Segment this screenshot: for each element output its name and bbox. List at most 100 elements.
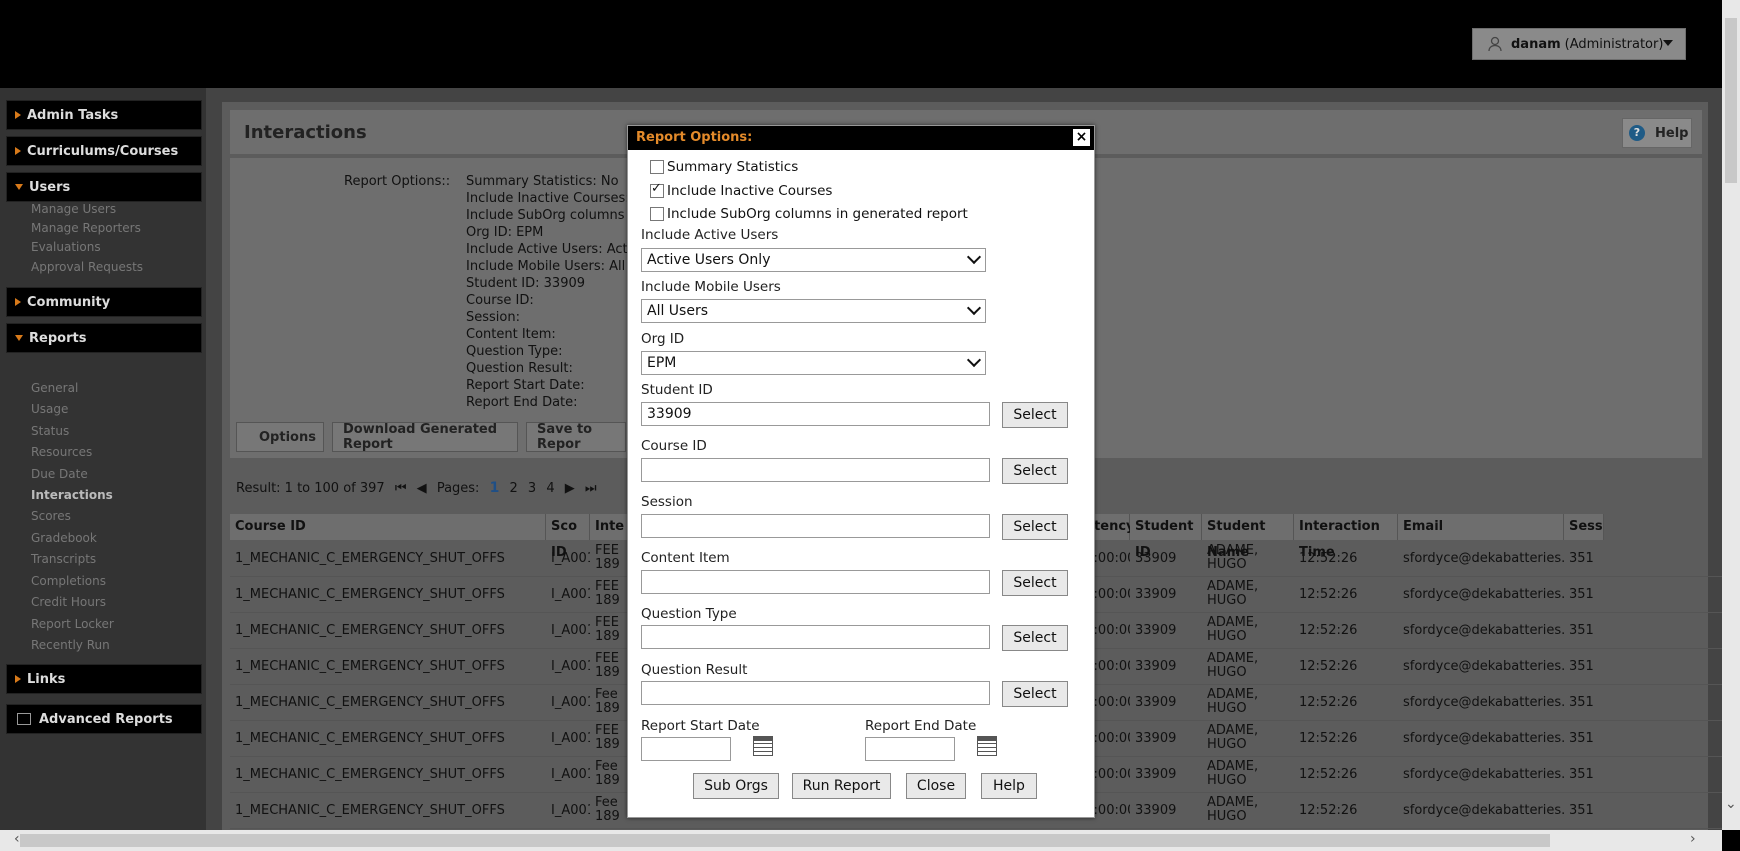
sidebar-section-reports[interactable]: Reports xyxy=(6,323,202,353)
column-header[interactable]: Sco ID xyxy=(546,514,590,560)
options-button[interactable]: Options xyxy=(236,422,324,452)
include-inactive-courses-checkbox[interactable]: Include Inactive Courses xyxy=(650,181,832,199)
org-id-select[interactable]: EPM xyxy=(641,351,986,375)
sidebar-section-advanced-reports[interactable]: Advanced Reports xyxy=(6,704,202,734)
course-id-input[interactable] xyxy=(641,458,990,482)
sidebar-section-links[interactable]: Links xyxy=(6,664,202,694)
column-header[interactable]: Email xyxy=(1398,514,1564,540)
content-item-input[interactable] xyxy=(641,570,990,594)
checkbox[interactable] xyxy=(650,160,664,174)
table-cell: sfordyce@dekabatteries.com xyxy=(1403,622,1564,638)
table-cell: ADAME, HUGO xyxy=(1207,795,1259,824)
sidebar-item-transcripts[interactable]: Transcripts xyxy=(31,552,96,566)
sidebar-item-manage-users[interactable]: Manage Users xyxy=(31,202,116,216)
collapse-arrow-icon xyxy=(15,335,23,341)
scroll-left-icon[interactable]: ‹ xyxy=(14,831,20,847)
sidebar-item-usage[interactable]: Usage xyxy=(31,402,68,416)
start-date-input[interactable] xyxy=(641,737,731,761)
sidebar-item-due-date[interactable]: Due Date xyxy=(31,467,88,481)
sidebar-item-scores[interactable]: Scores xyxy=(31,509,71,523)
sidebar-item-resources[interactable]: Resources xyxy=(31,445,92,459)
sidebar-section-curriculums[interactable]: Curriculums/Courses xyxy=(6,136,202,166)
summary-statistics-checkbox[interactable]: Summary Statistics xyxy=(650,159,798,175)
mobile-users-select[interactable]: All Users xyxy=(641,299,986,323)
column-header[interactable]: Student ID xyxy=(1130,514,1202,560)
save-to-report-button[interactable]: Save to Repor xyxy=(526,422,626,452)
sidebar-section-users[interactable]: Users xyxy=(6,172,202,202)
select-question-result-button[interactable]: Select xyxy=(1002,681,1068,707)
page-link-3[interactable]: 3 xyxy=(528,481,536,496)
first-page-icon[interactable]: ⏮ xyxy=(395,481,407,496)
sidebar-item-gradebook[interactable]: Gradebook xyxy=(31,531,97,545)
close-button[interactable]: Close xyxy=(906,773,966,799)
scroll-down-icon[interactable]: ⌄ xyxy=(1725,796,1737,812)
scroll-thumb[interactable] xyxy=(1725,18,1737,183)
sidebar-section-admin-tasks[interactable]: Admin Tasks xyxy=(6,100,202,130)
help-button[interactable]: Help xyxy=(981,773,1037,799)
horizontal-scrollbar[interactable]: ‹ › xyxy=(0,830,1722,851)
page-link-1[interactable]: 1 xyxy=(490,480,500,496)
start-date-label: Report Start Date xyxy=(641,718,760,734)
column-header[interactable]: Interaction Time xyxy=(1294,514,1398,560)
checkbox[interactable] xyxy=(650,207,664,221)
active-users-label: Include Active Users xyxy=(641,227,779,243)
sidebar-item-credit-hours[interactable]: Credit Hours xyxy=(31,595,106,609)
sub-orgs-button[interactable]: Sub Orgs xyxy=(693,773,779,799)
sidebar-item-completions[interactable]: Completions xyxy=(31,574,106,588)
checkbox[interactable] xyxy=(650,181,664,198)
question-result-input[interactable] xyxy=(641,681,990,705)
active-users-select[interactable]: Active Users Only xyxy=(641,248,986,272)
include-suborg-columns-checkbox[interactable]: Include SubOrg columns in generated repo… xyxy=(650,206,968,222)
close-icon[interactable]: × xyxy=(1073,129,1090,146)
sidebar-item-recently-run[interactable]: Recently Run xyxy=(31,638,110,652)
table-cell: sfordyce@dekabatteries.com xyxy=(1403,550,1564,566)
sidebar-item-status[interactable]: Status xyxy=(31,424,69,438)
top-bar: danam (Administrator) xyxy=(0,0,1722,88)
scroll-thumb[interactable] xyxy=(20,834,1550,847)
option-line: Question Type: xyxy=(466,344,563,359)
select-course-button[interactable]: Select xyxy=(1002,458,1068,484)
prev-page-icon[interactable]: ◀ xyxy=(417,481,427,496)
table-cell: 351 xyxy=(1569,694,1594,710)
section-label: Links xyxy=(27,671,66,687)
sidebar-item-approval-requests[interactable]: Approval Requests xyxy=(31,260,143,274)
select-question-type-button[interactable]: Select xyxy=(1002,625,1068,651)
next-page-icon[interactable]: ▶ xyxy=(565,481,575,496)
expand-arrow-icon xyxy=(15,298,21,306)
page-link-2[interactable]: 2 xyxy=(509,481,517,496)
select-session-button[interactable]: Select xyxy=(1002,514,1068,540)
last-page-icon[interactable]: ⏭ xyxy=(585,481,597,496)
sidebar-section-community[interactable]: Community xyxy=(6,287,202,317)
sidebar-item-evaluations[interactable]: Evaluations xyxy=(31,240,101,254)
column-header[interactable]: Student Name xyxy=(1202,514,1294,560)
sidebar-item-report-locker[interactable]: Report Locker xyxy=(31,617,114,631)
session-input[interactable] xyxy=(641,514,990,538)
options-label: Report Options:: xyxy=(344,174,451,189)
select-student-button[interactable]: Select xyxy=(1002,402,1068,428)
sidebar-item-interactions[interactable]: Interactions xyxy=(31,488,113,502)
select-content-item-button[interactable]: Select xyxy=(1002,570,1068,596)
collapse-arrow-icon xyxy=(15,184,23,190)
table-cell: I_A001 xyxy=(551,658,590,674)
column-header[interactable]: Sess xyxy=(1564,514,1604,540)
student-id-input[interactable]: 33909 xyxy=(641,402,990,426)
table-cell: 1_MECHANIC_C_EMERGENCY_SHUT_OFFS xyxy=(235,622,505,638)
vertical-scrollbar[interactable]: ⌄ xyxy=(1722,0,1740,830)
help-icon: ? xyxy=(1629,125,1645,141)
column-header[interactable]: Course ID xyxy=(230,514,546,540)
run-report-button[interactable]: Run Report xyxy=(792,773,891,799)
calendar-icon[interactable] xyxy=(753,736,773,756)
question-type-input[interactable] xyxy=(641,625,990,649)
table-cell: I_A001 xyxy=(551,694,590,710)
end-date-input[interactable] xyxy=(865,737,955,761)
help-button[interactable]: ? Help xyxy=(1622,118,1692,148)
table-cell: sfordyce@dekabatteries.com xyxy=(1403,802,1564,818)
sidebar-item-manage-reporters[interactable]: Manage Reporters xyxy=(31,221,141,235)
page-link-4[interactable]: 4 xyxy=(546,481,554,496)
table-cell: 33909 xyxy=(1135,658,1177,674)
scroll-right-icon[interactable]: › xyxy=(1690,831,1696,847)
calendar-icon[interactable] xyxy=(977,736,997,756)
user-menu[interactable]: danam (Administrator) xyxy=(1472,28,1686,60)
sidebar-item-general[interactable]: General xyxy=(31,381,78,395)
download-report-button[interactable]: Download Generated Report xyxy=(332,422,518,452)
